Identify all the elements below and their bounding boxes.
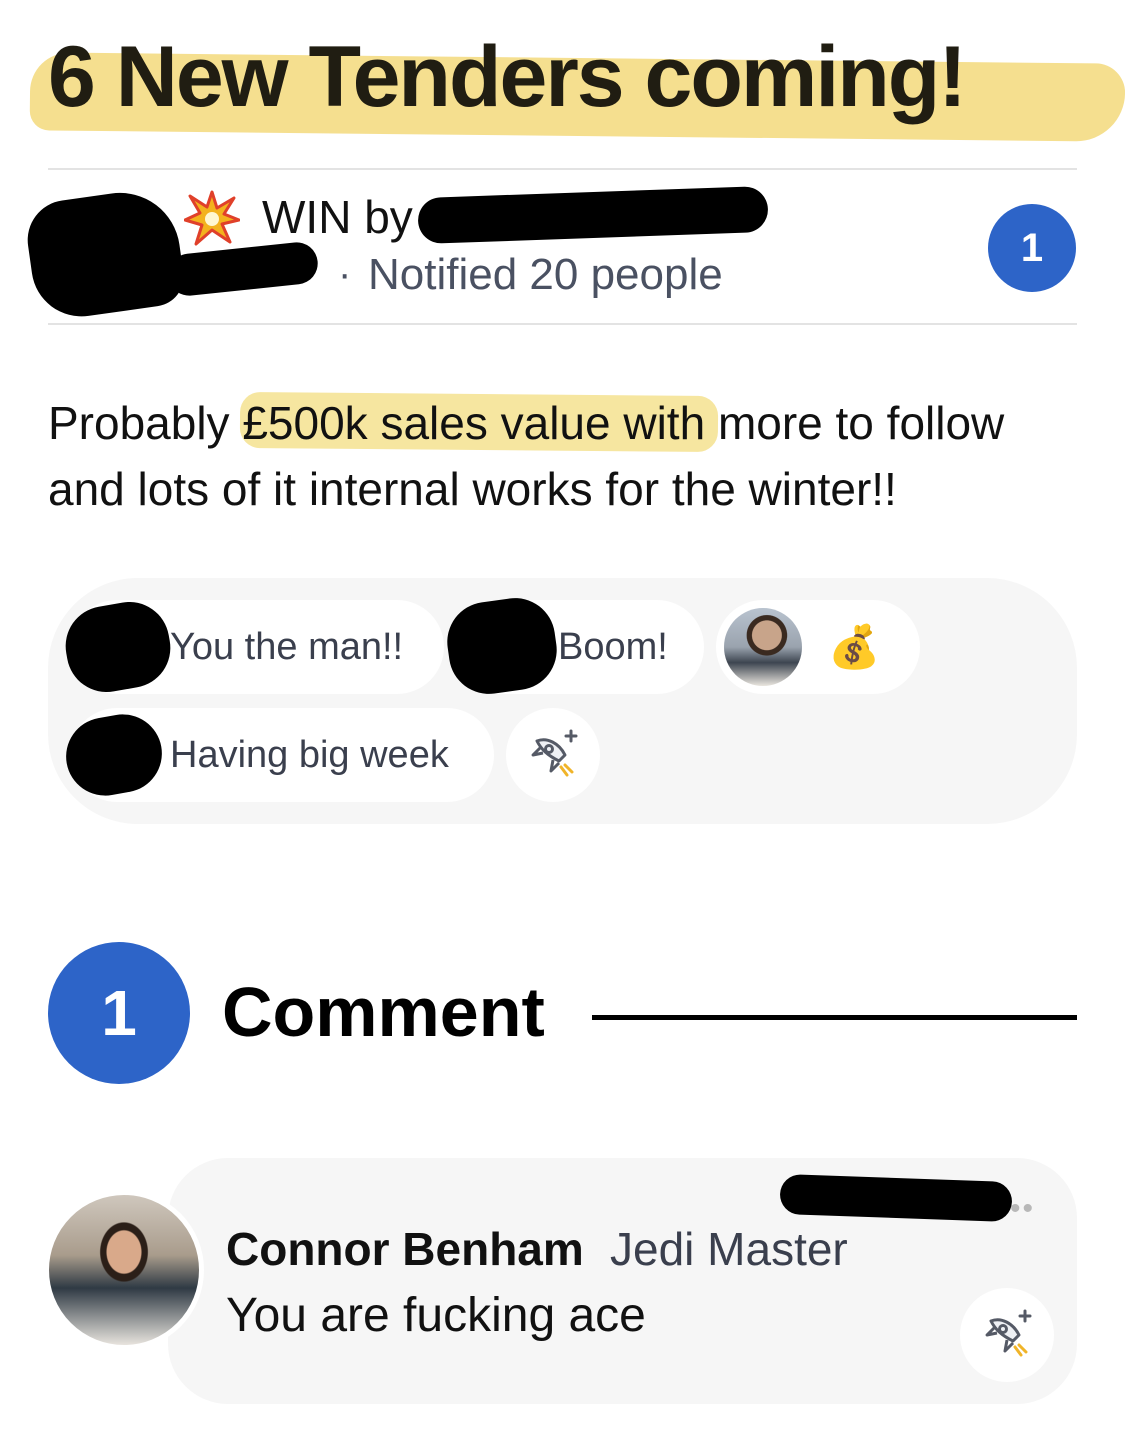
post-body: Probably £500k sales value with more to … — [48, 397, 1005, 515]
comment-count-badge[interactable]: 1 — [988, 204, 1076, 292]
reaction-text: Having big week — [170, 733, 449, 776]
redacted-timestamp — [779, 1173, 1013, 1223]
heading-rule — [592, 1015, 1077, 1020]
reaction-text: You the man!! — [170, 625, 404, 668]
rocket-add-icon — [531, 729, 578, 777]
separator-dot: · — [338, 252, 352, 296]
reactor-avatar — [724, 608, 802, 686]
commenter-name[interactable]: Connor Benham — [226, 1222, 584, 1276]
author-divider — [48, 323, 1077, 325]
post-title: 6 New Tenders coming! — [48, 29, 967, 125]
rocket-add-icon — [985, 1309, 1032, 1357]
redacted-author — [417, 185, 769, 245]
comment-react-button[interactable] — [960, 1288, 1054, 1382]
comment-count-circle: 1 — [48, 942, 190, 1084]
notified-count[interactable]: Notified 20 people — [368, 250, 723, 300]
redacted-avatar — [22, 185, 188, 323]
post-tag: WIN by — [262, 191, 413, 243]
redacted-name-part — [166, 240, 320, 298]
reaction-emoji: 💰 — [828, 622, 881, 670]
more-options-icon[interactable]: •• — [1010, 1192, 1035, 1226]
add-reaction-button[interactable] — [506, 708, 600, 802]
commenter-role: Jedi Master — [610, 1223, 848, 1275]
reaction-text: Boom! — [558, 625, 668, 668]
collision-icon — [184, 190, 240, 246]
top-divider — [48, 168, 1077, 170]
comment-text: You are fucking ace — [226, 1289, 646, 1342]
comments-heading: Comment — [222, 973, 545, 1051]
commenter-avatar[interactable] — [44, 1190, 204, 1350]
